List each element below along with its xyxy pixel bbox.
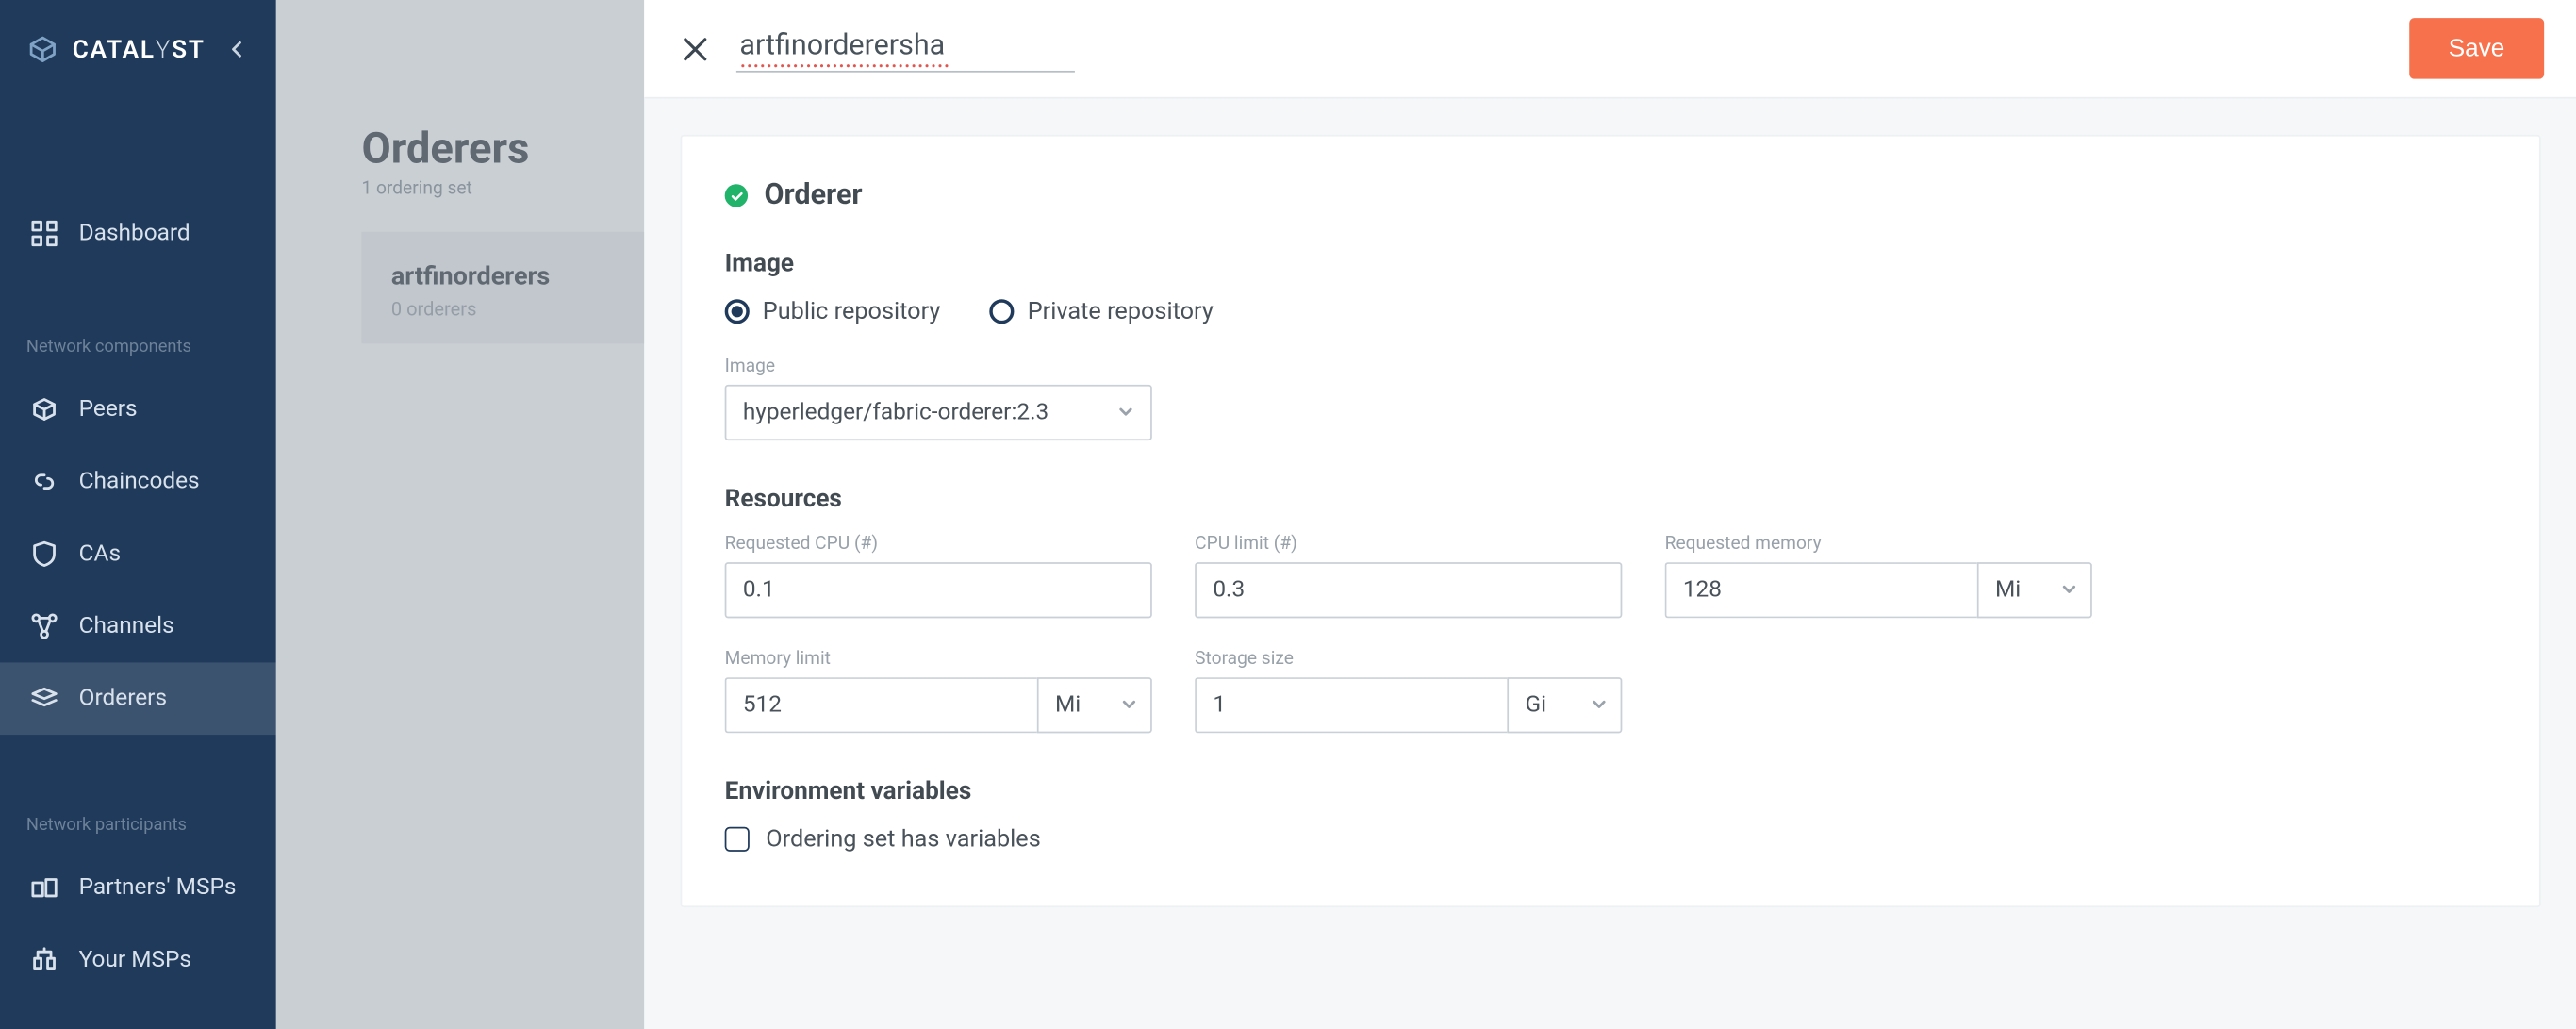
sidebar-item-label: CAs <box>79 540 121 567</box>
sidebar-section-components: Network components <box>0 336 276 373</box>
catalyst-logo-icon <box>26 35 59 64</box>
repo-kind-group: Public repository Private repository <box>725 297 2497 325</box>
network-icon <box>29 611 58 640</box>
sidebar-item-partners-msps[interactable]: Partners' MSPs <box>0 852 276 924</box>
field-label: Requested memory <box>1665 533 2092 555</box>
status-check-icon <box>725 184 748 207</box>
radio-icon <box>725 299 750 324</box>
radio-public-repo[interactable]: Public repository <box>725 297 941 325</box>
layers-icon <box>29 684 58 713</box>
image-select-value: hyperledger/fabric-orderer:2.3 <box>743 400 1049 426</box>
sidebar-item-label: Partners' MSPs <box>79 874 237 901</box>
checkbox-icon <box>725 827 750 852</box>
logo-text: CATALYST <box>73 35 206 64</box>
chevron-down-icon <box>1121 692 1137 719</box>
link-icon <box>29 467 58 496</box>
sidebar-item-orderers[interactable]: Orderers <box>0 662 276 735</box>
orderer-card: Orderer Image Public repository Private … <box>681 135 2541 907</box>
sidebar-collapse-icon[interactable] <box>223 36 250 62</box>
chevron-down-icon <box>1117 400 1133 426</box>
resources-grid: Requested CPU (#) 0.1 CPU limit (#) 0.3 … <box>725 533 2497 734</box>
sidebar-item-channels[interactable]: Channels <box>0 590 276 663</box>
ordering-set-name: artfinorderers <box>391 261 615 290</box>
sidebar-section-participants: Network participants <box>0 814 276 852</box>
app-logo-row: CATALYST <box>0 0 276 99</box>
chevron-down-icon <box>1591 692 1607 719</box>
partners-icon <box>29 873 58 903</box>
cube-icon <box>29 394 58 423</box>
memory-limit-unit-select[interactable]: Mi <box>1037 677 1152 733</box>
radio-icon <box>990 299 1015 324</box>
page-title: Orderers <box>276 124 644 174</box>
sidebar: CATALYST Dashboard Network components Pe… <box>0 0 276 1029</box>
dashboard-icon <box>29 219 58 248</box>
cpu-limit-input[interactable]: 0.3 <box>1195 562 1622 618</box>
requested-memory-unit-select[interactable]: Mi <box>1977 562 2092 618</box>
sidebar-item-your-msps[interactable]: Your MSPs <box>0 924 276 997</box>
close-button[interactable] <box>677 30 713 66</box>
orderer-name-input[interactable] <box>736 25 1075 72</box>
field-label: Storage size <box>1195 648 1622 670</box>
radio-private-repo[interactable]: Private repository <box>990 297 1214 325</box>
panel-header: Save <box>644 0 2576 99</box>
shield-icon <box>29 539 58 569</box>
storage-size-input[interactable]: 1 <box>1195 677 1507 733</box>
field-label: Requested CPU (#) <box>725 533 1152 555</box>
sidebar-item-label: Peers <box>79 396 138 423</box>
storage-size-unit-select[interactable]: Gi <box>1507 677 1622 733</box>
orderers-list-pane: Orderers 1 ordering set artfinorderers 0… <box>276 0 644 1029</box>
sidebar-item-label: Orderers <box>79 686 167 712</box>
radio-label: Public repository <box>763 297 941 325</box>
requested-cpu-input[interactable]: 0.1 <box>725 562 1152 618</box>
sidebar-item-label: Chaincodes <box>79 469 200 495</box>
requested-cpu-field: Requested CPU (#) 0.1 <box>725 533 1152 619</box>
image-field-label: Image <box>725 355 2497 376</box>
image-heading: Image <box>725 248 2497 277</box>
env-heading: Environment variables <box>725 776 2497 805</box>
orderer-edit-panel: Save Orderer Image Public repository <box>644 0 2576 1029</box>
page-subtitle: 1 ordering set <box>276 174 644 232</box>
storage-size-field: Storage size 1 Gi <box>1195 648 1622 734</box>
requested-memory-field: Requested memory 128 Mi <box>1665 533 2092 619</box>
checkbox-label: Ordering set has variables <box>766 825 1041 854</box>
has-variables-checkbox[interactable]: Ordering set has variables <box>725 825 2497 854</box>
resources-heading: Resources <box>725 483 2497 512</box>
cpu-limit-field: CPU limit (#) 0.3 <box>1195 533 1622 619</box>
sidebar-item-cas[interactable]: CAs <box>0 518 276 590</box>
ordering-set-count: 0 orderers <box>391 297 615 320</box>
field-label: Memory limit <box>725 648 1152 670</box>
chevron-down-icon <box>2061 577 2077 604</box>
sidebar-item-label: Channels <box>79 613 174 639</box>
memory-limit-field: Memory limit 512 Mi <box>725 648 1152 734</box>
sidebar-item-dashboard[interactable]: Dashboard <box>0 197 276 270</box>
sidebar-item-peers[interactable]: Peers <box>0 373 276 446</box>
sidebar-item-label: Dashboard <box>79 221 190 247</box>
memory-limit-input[interactable]: 512 <box>725 677 1037 733</box>
field-label: CPU limit (#) <box>1195 533 1622 555</box>
org-icon <box>29 945 58 974</box>
ordering-set-card[interactable]: artfinorderers 0 orderers <box>361 232 644 344</box>
save-button[interactable]: Save <box>2409 18 2544 78</box>
image-select[interactable]: hyperledger/fabric-orderer:2.3 <box>725 385 1152 440</box>
orderer-name-field <box>736 25 1075 72</box>
radio-label: Private repository <box>1028 297 1214 325</box>
sidebar-item-chaincodes[interactable]: Chaincodes <box>0 445 276 518</box>
card-title: Orderer <box>764 179 862 212</box>
sidebar-item-label: Your MSPs <box>79 947 191 973</box>
requested-memory-input[interactable]: 128 <box>1665 562 1977 618</box>
